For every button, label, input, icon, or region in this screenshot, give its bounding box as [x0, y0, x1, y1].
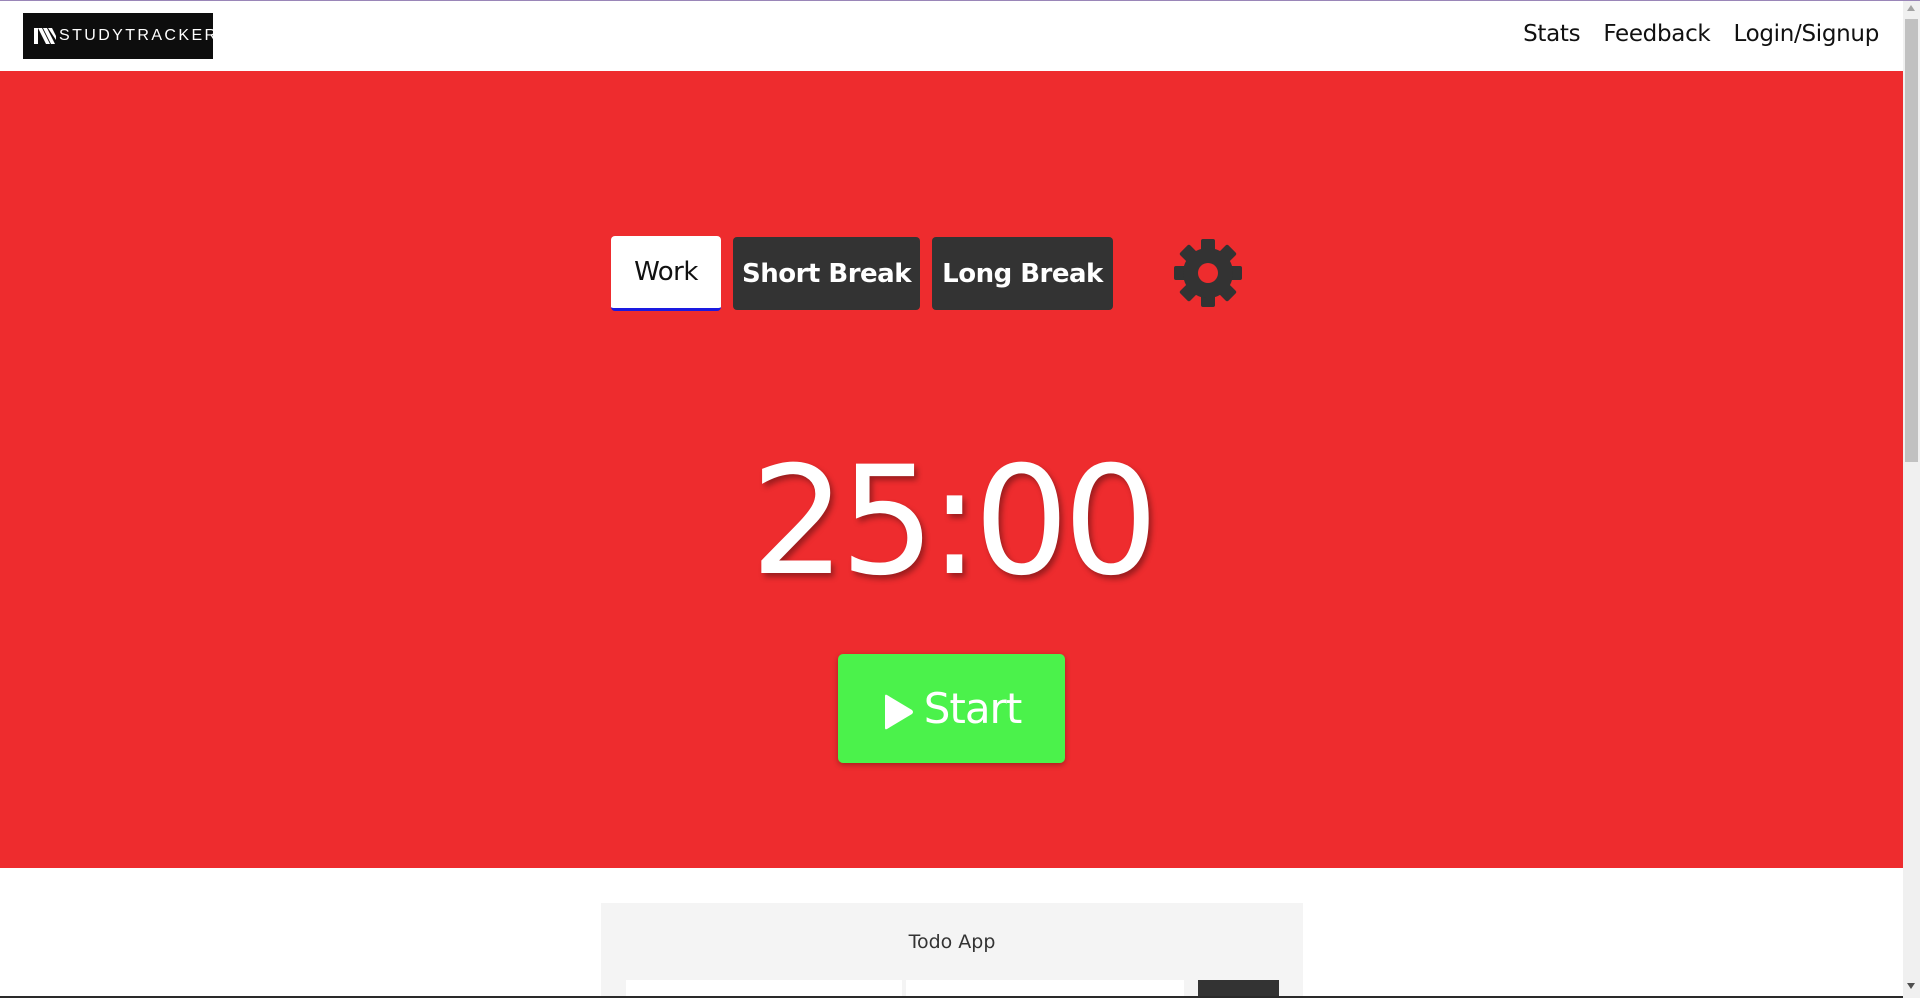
scroll-down-arrow-icon[interactable]	[1907, 983, 1915, 989]
scroll-thumb[interactable]	[1905, 19, 1918, 462]
scroll-up-arrow-icon[interactable]	[1907, 5, 1915, 11]
timer-section: Work Short Break Long Break 25:00 Start	[0, 71, 1903, 868]
play-icon	[882, 691, 914, 729]
gear-icon	[1174, 239, 1242, 307]
navbar: STUDYTRACKER Stats Feedback Login/Signup	[0, 1, 1903, 71]
tab-work[interactable]: Work	[611, 236, 721, 311]
nav-links: Stats Feedback Login/Signup	[1500, 21, 1879, 47]
page: STUDYTRACKER Stats Feedback Login/Signup…	[0, 0, 1920, 998]
brand-logo[interactable]: STUDYTRACKER	[23, 13, 216, 59]
nav-link-feedback[interactable]: Feedback	[1603, 21, 1710, 47]
nav-link-login-signup[interactable]: Login/Signup	[1733, 21, 1879, 47]
mode-tabs: Work Short Break Long Break	[611, 236, 1125, 311]
start-label: Start	[923, 684, 1023, 733]
nav-link-stats[interactable]: Stats	[1523, 21, 1581, 47]
settings-button[interactable]	[1173, 238, 1243, 308]
studytracker-logo-icon	[34, 26, 56, 46]
page-scrollbar[interactable]	[1903, 1, 1920, 998]
tab-long-break[interactable]: Long Break	[932, 237, 1113, 310]
todo-title: Todo App	[908, 931, 996, 953]
todo-app: Todo App	[601, 903, 1303, 998]
brand-name: STUDYTRACKER	[59, 27, 219, 44]
timer-display: 25:00	[750, 435, 1158, 609]
tab-short-break[interactable]: Short Break	[733, 237, 920, 310]
start-button[interactable]: Start	[838, 654, 1065, 763]
